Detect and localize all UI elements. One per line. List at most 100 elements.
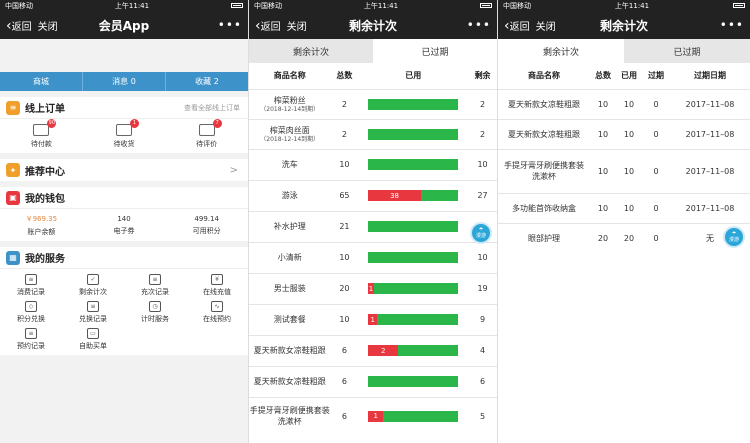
back-button[interactable]: ‹返回 [255,18,281,33]
service-item[interactable]: ≡ 预约记录 [0,327,62,351]
item-name: 测试套餐 [249,303,331,335]
service-item[interactable]: ∿ 在线预约 [186,300,248,324]
tab-mall[interactable]: 商城 [0,72,83,91]
service-item[interactable]: ▭ 自助买单 [62,327,124,351]
cell-date: 2017–11–08 [670,192,750,223]
item-name: 夏天新款女凉鞋粗跟 [249,334,331,366]
service-item[interactable]: ≡ 消费记录 [0,273,62,297]
view-all-orders-link[interactable]: 查看全部线上订单 [184,103,240,113]
wallet-balance[interactable]: ￥969.35 账户余额 [0,209,83,241]
truck-icon: 1 [116,118,139,136]
tab-remaining[interactable]: 剩余计次 [498,39,624,63]
item-total: 21 [330,210,359,242]
back-button[interactable]: ‹返回 [6,18,32,33]
table-row[interactable]: 榨菜肉丝面 （2018-12-14到期） 2 2 [249,118,497,149]
more-icon[interactable]: ••• [218,18,242,32]
table-row[interactable]: 手提牙膏牙刷便携套装洗漱杯 10 10 0 2017–11–08 [498,148,750,193]
cell-total: 10 [590,118,616,149]
table-row[interactable]: 小清新 10 10 [249,241,497,273]
usage-bar [368,221,459,232]
order-pending-payment[interactable]: 90 待付款 [0,118,83,153]
table-row[interactable]: 手提牙膏牙刷便携套装洗漱杯 6 1 5 [249,396,497,435]
cell-expired: 0 [642,192,670,223]
service-icon: ≡ [87,300,99,312]
more-icon[interactable]: ••• [467,18,491,32]
item-total: 6 [330,334,359,366]
tab-messages[interactable]: 消息 0 [83,72,166,91]
table-row[interactable]: 游泳 65 38 27 [249,179,497,211]
item-left: 9 [468,303,497,335]
close-button[interactable]: 关闭 [536,18,556,33]
service-item[interactable]: ≡ 兑换记录 [62,300,124,324]
cell-date: 2017–11–08 [670,148,750,193]
tab-favorites[interactable]: 收藏 2 [166,72,248,91]
orders-title: 线上订单 [25,104,65,115]
item-left: 19 [468,272,497,304]
service-item[interactable]: ◇ 积分兑换 [0,300,62,324]
col-expire-date: 过期日期 [694,71,726,81]
service-item[interactable]: ≡ 充次记录 [124,273,186,297]
item-name: 夏天新款女凉鞋粗跟 [249,365,331,397]
tab-expired[interactable]: 已过期 [373,39,497,63]
table-row[interactable]: 男士服装 20 1 19 [249,272,497,304]
col-name: 商品名称 [273,71,306,81]
close-button[interactable]: 关闭 [287,18,307,33]
usage-bar [368,159,459,170]
table-row[interactable]: 补水护理 21 [249,210,497,242]
table-row[interactable]: 榨菜粉丝 （2018-12-14到期） 2 2 [249,88,497,119]
tab-remaining[interactable]: 剩余计次 [249,39,373,63]
wallet-card: ▣ 我的钱包 ￥969.35 账户余额 140 电子券 499.14 可用积分 [0,187,248,241]
table-row[interactable]: 夏天新款女凉鞋粗跟 10 10 0 2017–11–08 [498,88,750,119]
item-left: 2 [468,88,497,119]
service-icon: ≡ [25,273,37,285]
table-row[interactable]: 眼部护理 20 20 0 无 [498,222,750,253]
service-icon: ¥ [211,273,223,285]
segment-tabs: 剩余计次 已过期 [249,39,497,63]
item-total: 65 [330,179,359,211]
close-button[interactable]: 关闭 [38,18,58,33]
cell-expired: 0 [642,148,670,193]
table-row[interactable]: 洗车 10 10 [249,148,497,180]
item-left: 10 [468,148,497,180]
col-name: 商品名称 [528,71,560,81]
service-item[interactable]: ✓ 剩余计次 [62,273,124,297]
phone-member-app: 中国移动 上午11:41 ‹返回 关闭 会员App ••• 商城 消息 0 收藏… [0,0,249,443]
col-total: 总数 [336,71,353,81]
table-row[interactable]: 夏天新款女凉鞋粗跟 6 6 [249,365,497,397]
order-pending-receipt[interactable]: 1 待收货 [83,118,166,153]
usage-bar: 1 [368,283,459,294]
roam-float-button[interactable]: ☂ 漫游 [470,222,492,244]
order-pending-review[interactable]: 7 待评价 [165,118,248,153]
table-row[interactable]: 多功能首饰收纳盒 10 10 0 2017–11–08 [498,192,750,223]
tab-expired[interactable]: 已过期 [624,39,750,63]
table-row[interactable]: 夏天新款女凉鞋粗跟 6 2 4 [249,334,497,366]
wallet-coupons[interactable]: 140 电子券 [83,209,166,241]
cell-expired: 0 [642,222,670,253]
usage-bar: 38 [368,190,459,201]
cell-expired: 0 [642,88,670,119]
back-button[interactable]: ‹返回 [504,18,530,33]
cell-total: 10 [590,148,616,193]
status-bar: 中国移动 上午11:41 [0,0,248,11]
recommend-card[interactable]: ✦ 推荐中心 > [0,159,248,181]
phone-remaining-counts: 中国移动 上午11:41 ‹返回 关闭 剩余计次 ••• 剩余计次 已过期 商品… [249,0,498,443]
item-name: 洗车 [249,148,331,180]
item-total: 6 [330,365,359,397]
remaining-table: 商品名称 总数 已用 剩余 榨菜粉丝 （2018-12-14到期） 2 2 榨菜肉丝面（… [249,63,497,435]
chevron-right-icon: > [229,164,238,176]
roam-float-button[interactable]: ☂ 漫游 [723,226,745,248]
wallet-points[interactable]: 499.14 可用积分 [165,209,248,241]
battery-icon [733,3,745,8]
cell-used: 10 [616,192,642,223]
wallet-icon: 90 [33,118,57,136]
table-row[interactable]: 测试套餐 10 1 9 [249,303,497,335]
service-item[interactable]: ◷ 计时服务 [124,300,186,324]
services-grid: ≡ 消费记录 ✓ 剩余计次 ≡ 充次记录 ¥ 在线充值 ◇ 积分兑换 ≡ 兑换记录 ◷ 计时服务 ∿ 在线预约… [0,269,248,355]
more-icon[interactable]: ••• [720,18,744,32]
battery-icon [231,3,243,8]
nav-bar: ‹返回 关闭 剩余计次 ••• [249,11,497,39]
service-item[interactable]: ¥ 在线充值 [186,273,248,297]
table-row[interactable]: 夏天新款女凉鞋粗跟 10 10 0 2017–11–08 [498,118,750,149]
usage-bar [368,128,459,140]
carrier: 中国移动 [254,1,282,10]
